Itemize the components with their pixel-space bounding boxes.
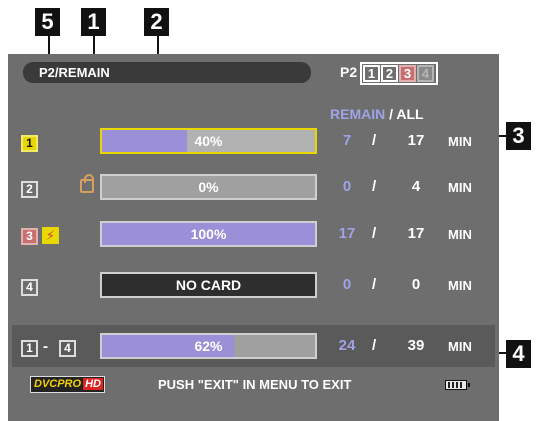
unit-1: MIN — [448, 134, 472, 149]
sep-4: / — [372, 276, 377, 293]
remain-value-1: 7 — [342, 132, 352, 149]
total-unit: MIN — [448, 339, 472, 354]
slot-box-4: 4 — [417, 65, 434, 82]
callout-4: 4 — [506, 340, 531, 368]
remain-header: REMAIN — [330, 106, 386, 122]
remain-bar-2: 0% — [100, 174, 317, 200]
total-panel: 1 - 4 62% 24 / 39 MIN — [12, 325, 495, 367]
p2-remain-screen: P2/REMAIN P2 1 2 3 4 REMAIN / ALL 1 40% … — [8, 54, 499, 421]
total-slot-from: 1 — [21, 340, 38, 357]
callout-1: 1 — [81, 8, 106, 36]
slot-icon-3: 3 — [21, 228, 38, 245]
total-bar-label: 62% — [194, 338, 223, 354]
slot-icon-1: 1 — [21, 135, 38, 152]
sep-3: / — [372, 225, 377, 242]
bar-label-1: 40% — [194, 133, 223, 149]
slot-row-4[interactable]: 4 NO CARD 0 / 0 MIN — [8, 272, 499, 302]
total-sep: / — [372, 337, 377, 354]
total-all-value: 39 — [407, 337, 425, 354]
total-slot-to: 4 — [59, 340, 76, 357]
total-remain-bar: 62% — [100, 333, 317, 359]
bar-label-3: 100% — [190, 226, 227, 242]
total-remain-value: 24 — [338, 337, 356, 354]
remain-value-3: 17 — [338, 225, 356, 242]
sep-2: / — [372, 178, 377, 195]
remain-value-2: 0 — [342, 178, 352, 195]
lock-icon — [80, 174, 94, 193]
slot-box-1: 1 — [363, 65, 380, 82]
total-dash: - — [43, 338, 48, 355]
unit-2: MIN — [448, 180, 472, 195]
sep-1: / — [372, 132, 377, 149]
all-value-4: 0 — [411, 276, 421, 293]
bar-label-4: NO CARD — [175, 277, 242, 293]
callout-5: 5 — [35, 8, 60, 36]
all-header: ALL — [396, 106, 424, 122]
bar-label-2: 0% — [198, 179, 219, 195]
header-sep: / — [385, 106, 397, 122]
logo-text: DVCPRO — [34, 378, 82, 390]
slot-box-2: 2 — [381, 65, 398, 82]
slot-row-2[interactable]: 2 0% 0 / 4 MIN — [8, 174, 499, 204]
remain-bar-4: NO CARD — [100, 272, 317, 298]
battery-icon — [445, 380, 470, 390]
all-value-2: 4 — [411, 178, 421, 195]
remain-bar-3: 100% — [100, 221, 317, 247]
screen-title: P2/REMAIN — [23, 62, 311, 83]
slot-row-1[interactable]: 1 40% 7 / 17 MIN — [8, 128, 499, 158]
slot-icon-2: 2 — [21, 181, 38, 198]
slot-row-3[interactable]: 3 ⚡ 100% 17 / 17 MIN — [8, 221, 499, 251]
callout-2: 2 — [144, 8, 169, 36]
exit-message: PUSH "EXIT" IN MENU TO EXIT — [158, 377, 352, 392]
unit-4: MIN — [448, 278, 472, 293]
remain-value-4: 0 — [342, 276, 352, 293]
slot-box-3: 3 — [399, 65, 416, 82]
all-value-1: 17 — [407, 132, 425, 149]
dvcpro-hd-logo: DVCPRO HD — [30, 376, 105, 393]
warning-bolt-icon: ⚡ — [42, 227, 59, 244]
p2-label: P2 — [340, 64, 358, 80]
column-header: REMAIN / ALL — [330, 106, 424, 122]
callout-3: 3 — [506, 122, 531, 150]
remain-bar-1: 40% — [100, 128, 317, 154]
slot-icon-4: 4 — [21, 279, 38, 296]
slot-status-boxes: 1 2 3 4 — [360, 62, 438, 85]
total-row: 1 - 4 62% 24 / 39 MIN — [8, 333, 499, 363]
logo-hd: HD — [83, 378, 103, 390]
unit-3: MIN — [448, 227, 472, 242]
footer: DVCPRO HD PUSH "EXIT" IN MENU TO EXIT — [8, 374, 499, 396]
all-value-3: 17 — [407, 225, 425, 242]
